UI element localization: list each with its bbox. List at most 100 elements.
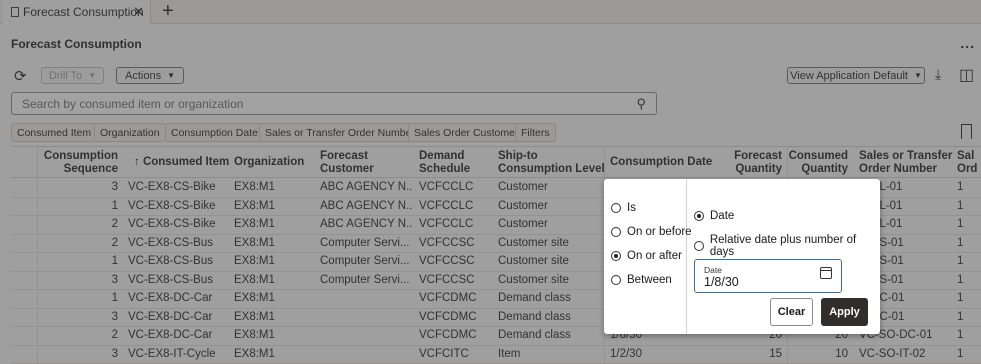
cell-cust: ABC AGENCY N...: [320, 181, 412, 193]
cell-date: 1/2/30: [610, 347, 642, 360]
col-forecast-customer[interactable]: Forecast Customer: [320, 150, 374, 176]
tab-forecast-consumption[interactable]: Forecast Consumption ✕: [3, 0, 151, 24]
chip-label: Consumption Date: [171, 126, 258, 139]
radio-icon[interactable]: [611, 275, 621, 285]
operator-label: Between: [627, 274, 672, 286]
refresh-icon[interactable]: ⟳: [14, 67, 27, 85]
cell-seq: 1: [111, 292, 118, 304]
radio-icon[interactable]: [611, 251, 621, 261]
header-line: Customer: [320, 163, 374, 175]
col-consumption-date[interactable]: Consumption Date: [610, 156, 712, 169]
radio-icon[interactable]: [694, 241, 704, 251]
date-mode-label: Date: [710, 210, 735, 222]
cell-item: VC-EX8-CS-Bike: [128, 181, 216, 193]
radio-icon[interactable]: [611, 227, 621, 237]
header-line: Forecast: [734, 150, 782, 162]
cell-item: VC-EX8-CS-Bike: [128, 199, 216, 212]
header-line: Ord: [957, 163, 978, 175]
cell-item: VC-EX8-DC-Car: [128, 310, 213, 323]
cell-cust: ABC AGENCY N...: [320, 199, 412, 212]
header-line: Consumed: [788, 150, 848, 162]
cell-cust: Computer Servi...: [320, 236, 410, 249]
cell-fq: 15: [769, 347, 782, 360]
date-filter-popup: Is On or before On or after Between Date Rel…: [604, 179, 880, 334]
cell-ship: Customer: [498, 199, 548, 212]
filter-chip-order-number[interactable]: Sales or Transfer Order Number: [259, 123, 421, 142]
drill-to-button[interactable]: Drill To ▼: [41, 67, 104, 84]
cell-sched: VCFCCLC: [419, 218, 474, 230]
cell-seq: 1: [111, 199, 118, 212]
cell-cust: ABC AGENCY N...: [320, 218, 412, 230]
date-mode-option[interactable]: Date: [694, 210, 734, 222]
radio-icon[interactable]: [694, 211, 704, 221]
cell-item: VC-EX8-DC-Car: [128, 292, 213, 304]
cell-sal: 1: [957, 292, 964, 304]
filter-chip-sales-order-customer[interactable]: Sales Order Customer: [408, 123, 525, 142]
document-icon: [11, 7, 19, 17]
close-icon[interactable]: ✕: [133, 4, 144, 20]
export-icon[interactable]: ⤓: [935, 66, 941, 83]
drill-to-label: Drill To: [48, 69, 83, 82]
header-line: Forecast: [320, 150, 368, 162]
col-forecast-quantity[interactable]: Forecast Quantity: [711, 150, 782, 176]
table-row[interactable]: 3 VC-EX8-IT-Cycle EX8:M1 VCFCITC Item 1/2/30 1…: [11, 346, 981, 364]
chip-label: Filters: [521, 126, 550, 139]
date-input-value: 1/8/30: [704, 275, 739, 289]
cell-cust: Computer Servi...: [320, 255, 410, 267]
col-ship-to-level[interactable]: Ship-to Consumption Level: [498, 150, 605, 176]
clear-button[interactable]: Clear: [770, 298, 813, 326]
filter-chip-consumption-date[interactable]: Consumption Date: [165, 123, 264, 142]
table-header: Consumption Sequence ↑ Consumed Item Org…: [11, 146, 981, 178]
radio-icon[interactable]: [611, 203, 621, 213]
page-title: Forecast Consumption: [11, 37, 142, 51]
chip-label: Sales or Transfer Order Number: [265, 126, 415, 139]
operator-option[interactable]: Between: [611, 274, 672, 286]
col-sales-order[interactable]: Sal Ord: [957, 150, 977, 176]
cell-sched: VCFCCSC: [419, 255, 475, 267]
cell-sal: 1: [957, 310, 964, 323]
cell-seq: 3: [111, 347, 118, 360]
chip-label: Sales Order Customer: [414, 126, 519, 139]
actions-button[interactable]: Actions ▼: [116, 67, 184, 84]
date-input[interactable]: Date 1/8/30: [694, 259, 842, 293]
col-demand-schedule[interactable]: Demand Schedule: [419, 150, 470, 176]
actions-label: Actions: [125, 69, 162, 82]
add-tab-icon[interactable]: +: [162, 0, 174, 22]
operator-option[interactable]: On or after: [611, 250, 682, 262]
chevron-down-icon: ▼: [88, 71, 97, 80]
col-consumed-item[interactable]: ↑ Consumed Item: [134, 156, 229, 169]
col-consumed-quantity[interactable]: Consumed Quantity: [786, 150, 848, 176]
cell-item: VC-EX8-CS-Bus: [128, 255, 213, 267]
operator-option[interactable]: On or before: [611, 226, 692, 238]
more-menu-icon[interactable]: ...: [960, 35, 975, 51]
split-panel-icon[interactable]: ◫: [959, 65, 974, 85]
apply-button[interactable]: Apply: [821, 298, 868, 326]
view-select[interactable]: View Application Default ▼: [787, 67, 925, 84]
cell-sal: 1: [957, 199, 964, 212]
filters-button[interactable]: Filters: [515, 123, 556, 142]
search-icon[interactable]: ⚲: [636, 96, 646, 112]
col-consumption-sequence[interactable]: Consumption Sequence: [42, 150, 118, 176]
calendar-icon[interactable]: [820, 267, 832, 279]
cell-ship: Customer: [498, 181, 548, 193]
view-label: View Application Default: [790, 69, 908, 82]
cell-ship: Customer: [498, 218, 548, 230]
cell-sched: VCFCCSC: [419, 236, 475, 249]
chevron-down-icon: ▼: [167, 71, 175, 80]
cell-org: EX8:M1: [234, 292, 275, 304]
col-order-number[interactable]: Sales or Transfer Order Number: [859, 150, 952, 176]
cell-ship: Demand class: [498, 292, 571, 304]
cell-sched: VCFCCLC: [419, 199, 474, 212]
search-placeholder: Search by consumed item or organization: [22, 96, 244, 111]
cell-sto: VC-SO-IT-02: [859, 347, 926, 360]
filter-chip-organization[interactable]: Organization: [94, 123, 166, 142]
operator-label: On or after: [627, 250, 682, 262]
date-mode-option[interactable]: Relative date plus number of days: [694, 234, 880, 258]
cell-org: EX8:M1: [234, 273, 275, 286]
col-organization[interactable]: Organization: [234, 156, 304, 169]
filter-chip-consumed-item[interactable]: Consumed Item: [11, 123, 98, 142]
search-input[interactable]: Search by consumed item or organization …: [11, 92, 657, 115]
cell-item: VC-EX8-CS-Bus: [128, 273, 213, 286]
bookmark-icon[interactable]: [961, 124, 972, 139]
operator-option[interactable]: Is: [611, 202, 636, 214]
